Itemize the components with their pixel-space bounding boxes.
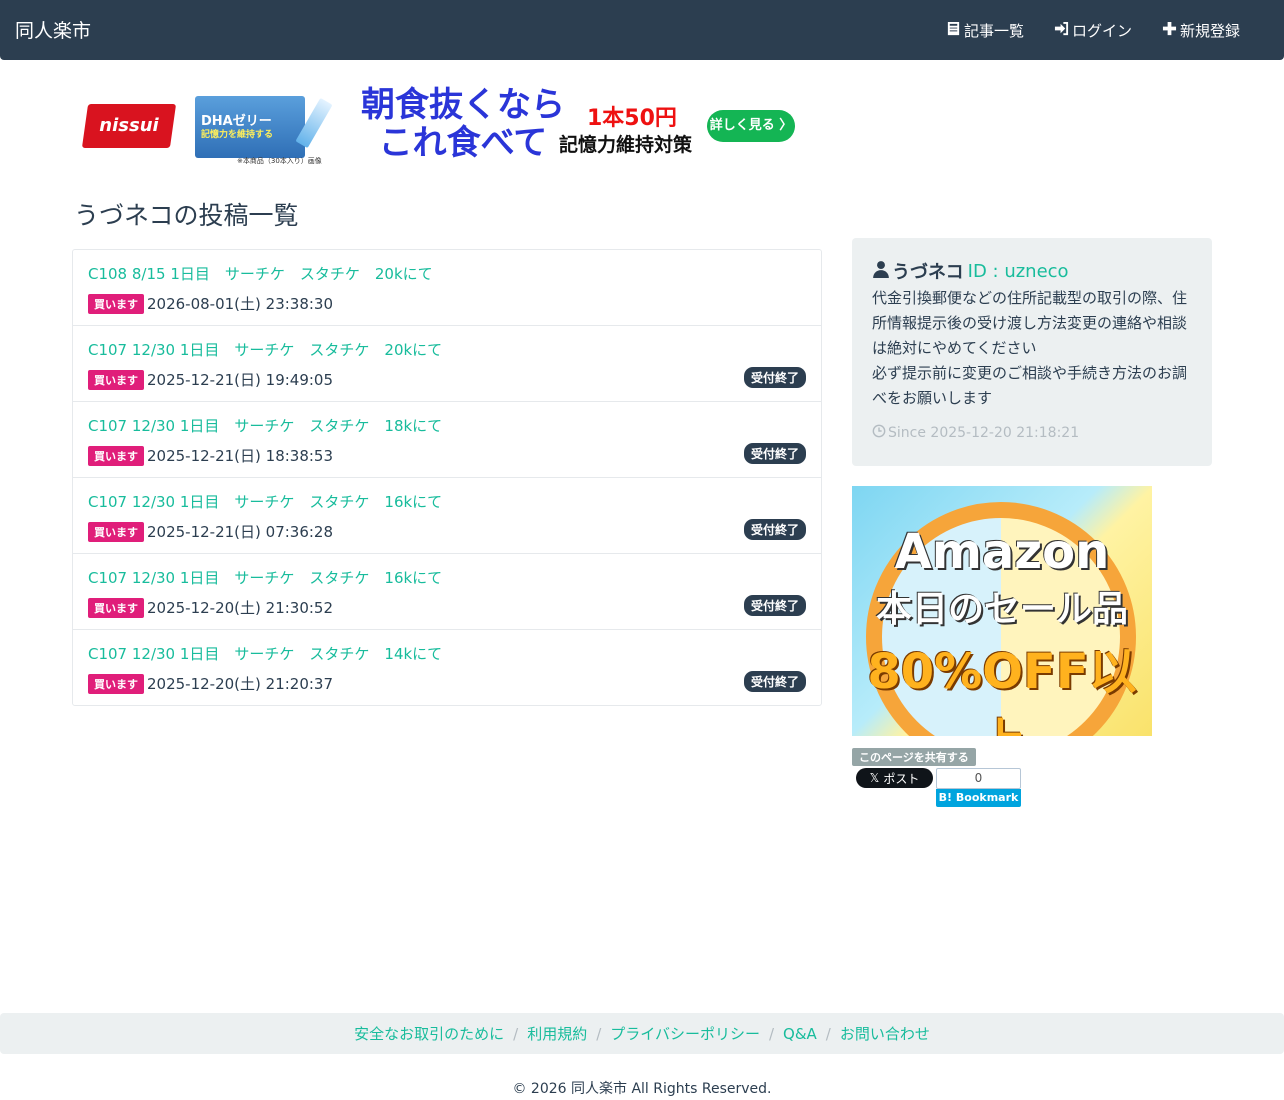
navbar: 同人楽市 記事一覧 ログイン 新規登録 [0,0,1284,60]
post-title-link[interactable]: C107 12/30 1日目 サーチケ スタチケ 16kにて [88,567,442,588]
post-date: 2025-12-20(土) 21:30:52 [147,599,334,617]
post-title-link[interactable]: C108 8/15 1日目 サーチケ スタチケ 20kにて [88,263,433,284]
footer-separator: / [768,1024,775,1043]
x-post-button[interactable]: 𝕏 ポスト [856,768,933,788]
post-item: C107 12/30 1日目 サーチケ スタチケ 16kにて 買います 2025-1… [73,554,821,630]
product-note: ※本商品（30本入り）画像 [237,157,322,165]
site-brand[interactable]: 同人楽市 [15,16,91,43]
buy-badge: 買います [88,521,144,542]
post-date: 2025-12-21(日) 07:36:28 [147,523,334,541]
footer-link[interactable]: 利用規約 [527,1023,587,1044]
copyright: © 2026 同人楽市 All Rights Reserved. [512,1081,772,1097]
footer-separator: / [825,1024,831,1043]
login-icon [1054,21,1069,40]
footer-links: 安全なお取引のために / 利用規約 / プライバシーポリシー / Q&A / お問い合わせ [0,1013,1284,1054]
nav-item-label: 新規登録 [1179,22,1240,40]
ad-headline: 朝食抜くなら これ食べて [361,85,565,163]
buy-badge: 買います [88,597,144,618]
nav-item-login[interactable]: ログイン [1054,20,1132,41]
footer-link[interactable]: 安全なお取引のために [354,1023,504,1044]
post-item: C107 12/30 1日目 サーチケ スタチケ 16kにて 買います 2025-1… [73,478,821,554]
post-item: C107 12/30 1日目 サーチケ スタチケ 14kにて 買います 2025-1… [73,630,821,705]
top-ad-banner[interactable]: nissui DHAゼリー 記憶力を維持する ※本商品（30本入り）画像 朝食抜… [75,86,800,166]
post-meta: 買います 2025-12-21(日) 07:36:28 [88,521,333,542]
share-label: このページを共有する [852,748,976,766]
list-icon [946,21,961,40]
post-title-link[interactable]: C107 12/30 1日目 サーチケ スタチケ 18kにて [88,415,442,436]
profile-description: 代金引換郵便などの住所記載型の取引の際、住所情報提示後の受け渡し方法変更の連絡や… [872,286,1197,411]
buy-badge: 買います [88,673,144,694]
post-title-link[interactable]: C107 12/30 1日目 サーチケ スタチケ 16kにて [88,491,442,512]
post-title-link[interactable]: C107 12/30 1日目 サーチケ スタチケ 20kにて [88,339,442,360]
footer-separator: / [513,1024,519,1043]
hatena-bookmark-widget[interactable]: 0 B! Bookmark [936,768,1021,808]
ad-price: 1本50円 [587,106,677,131]
hatena-bookmark-button[interactable]: B! Bookmark [936,789,1021,807]
page-title: うづネコの投稿一覧 [74,201,299,230]
nav-item-articles[interactable]: 記事一覧 [946,20,1024,41]
post-meta: 買います 2025-12-21(日) 18:38:53 [88,445,333,466]
footer-link[interactable]: プライバシーポリシー [610,1023,760,1044]
nav-menu: 記事一覧 ログイン 新規登録 [946,20,1240,41]
profile-name: うづネコ [892,262,964,283]
product-image: DHAゼリー 記憶力を維持する [195,96,305,158]
profile-header: うづネコ ID : uzneco [872,258,1069,284]
post-date: 2025-12-20(土) 21:20:37 [147,675,334,693]
post-meta: 買います 2025-12-21(日) 19:49:05 [88,369,333,390]
post-date: 2025-12-21(日) 18:38:53 [147,447,334,465]
post-item: C107 12/30 1日目 サーチケ スタチケ 20kにて 買います 2025-1… [73,326,821,402]
nissui-logo: nissui [75,90,181,156]
footer-link[interactable]: Q&A [783,1025,817,1043]
post-date: 2026-08-01(土) 23:38:30 [147,295,334,313]
ad-line-discount: 80%OFF以上 [867,644,1137,736]
closed-badge: 受付終了 [743,443,806,464]
ad-line-sale: 本日のセール品 [875,589,1128,630]
closed-badge: 受付終了 [743,519,806,540]
profile-id: ID : uzneco [967,260,1069,282]
post-meta: 買います 2025-12-20(土) 21:30:52 [88,597,333,618]
post-date: 2025-12-21(日) 19:49:05 [147,371,334,389]
nav-item-register[interactable]: 新規登録 [1162,20,1240,41]
footer-separator: / [596,1024,602,1043]
plus-icon [1162,21,1177,40]
closed-badge: 受付終了 [743,595,806,616]
profile-since: Since 2025-12-20 21:18:21 [872,424,1079,442]
post-item: C108 8/15 1日目 サーチケ スタチケ 20kにて 買います 2026-08… [73,250,821,326]
closed-badge: 受付終了 [743,671,806,692]
profile-description-line: 必ず提示前に変更のご相談や手続き方法のお調べをお願いします [872,364,1188,407]
post-meta: 買います 2025-12-20(土) 21:20:37 [88,673,333,694]
x-logo-icon: 𝕏 [869,771,880,785]
buy-badge: 買います [88,369,144,390]
ad-details-button[interactable]: 詳しく見る 〉 [707,110,795,142]
hatena-count: 0 [936,768,1021,789]
user-icon [872,260,892,283]
ad-line-amazon: Amazon [894,524,1110,580]
closed-badge: 受付終了 [743,367,806,388]
amazon-sale-ad[interactable]: Amazon 本日のセール品 80%OFF以上 [852,486,1152,736]
profile-panel: うづネコ ID : uzneco 代金引換郵便などの住所記載型の取引の際、住所情… [852,238,1212,466]
nav-item-label: ログイン [1071,22,1132,40]
nav-item-label: 記事一覧 [963,22,1024,40]
buy-badge: 買います [88,445,144,466]
profile-description-line: 代金引換郵便などの住所記載型の取引の際、住所情報提示後の受け渡し方法変更の連絡や… [872,289,1188,357]
ad-subtext: 記憶力維持対策 [559,134,693,156]
post-title-link[interactable]: C107 12/30 1日目 サーチケ スタチケ 14kにて [88,643,442,664]
post-list: C108 8/15 1日目 サーチケ スタチケ 20kにて 買います 2026-08… [72,249,822,706]
clock-icon [872,424,886,442]
post-meta: 買います 2026-08-01(土) 23:38:30 [88,293,333,314]
post-item: C107 12/30 1日目 サーチケ スタチケ 18kにて 買います 2025-1… [73,402,821,478]
footer-link[interactable]: お問い合わせ [840,1023,930,1044]
buy-badge: 買います [88,293,144,314]
